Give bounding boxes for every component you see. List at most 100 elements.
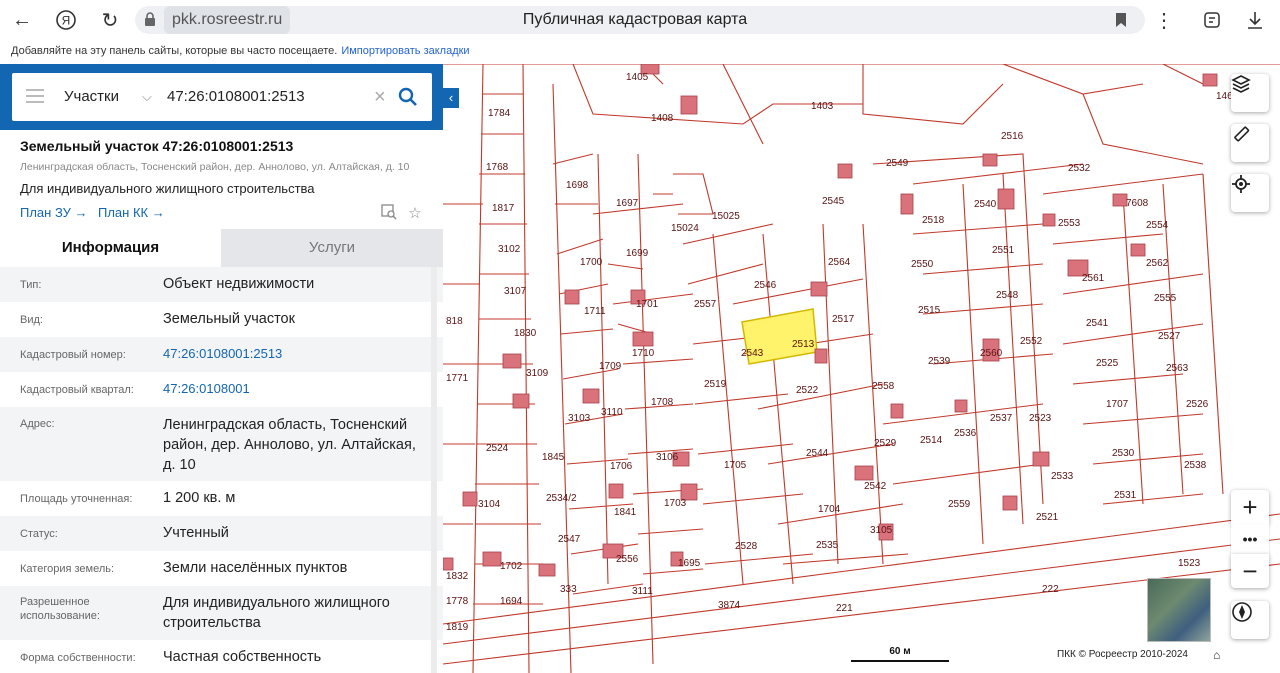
parcel-label[interactable]: 1841 <box>614 507 637 518</box>
parcel-label[interactable]: 1698 <box>566 180 589 191</box>
zoom-in-icon[interactable]: + <box>1231 490 1269 524</box>
bookmark-icon[interactable] <box>1107 6 1135 34</box>
parcel-label[interactable]: 3874 <box>718 600 741 611</box>
compass-icon[interactable] <box>1231 601 1269 639</box>
parcel-label[interactable]: 1703 <box>664 498 687 509</box>
parcel-label[interactable]: 2563 <box>1166 363 1189 374</box>
minimap-thumbnail[interactable] <box>1147 578 1211 642</box>
parcel-label[interactable]: 2552 <box>1020 336 1043 347</box>
more-icon[interactable]: ••• <box>1231 524 1269 554</box>
parcel-label[interactable]: 2548 <box>996 290 1019 301</box>
parcel-label[interactable]: 1710 <box>632 348 655 359</box>
parcel-label[interactable]: 2522 <box>796 385 819 396</box>
menu-dots-icon[interactable]: ⋮ <box>1150 6 1178 34</box>
parcel-label[interactable]: 3107 <box>504 286 527 297</box>
parcel-label[interactable]: 1817 <box>492 203 515 214</box>
parcel-label[interactable]: 2525 <box>1096 358 1119 369</box>
parcel-label[interactable]: 1523 <box>1178 558 1201 569</box>
parcel-label[interactable]: 2529 <box>874 438 897 449</box>
parcel-label[interactable]: 221 <box>836 603 853 614</box>
parcel-label[interactable]: 2534/2 <box>546 493 577 504</box>
reload-icon[interactable]: ↻ <box>96 6 124 34</box>
parcel-label[interactable]: 1845 <box>542 452 565 463</box>
parcel-label[interactable]: 1711 <box>584 306 606 317</box>
parcel-label[interactable]: 1784 <box>488 108 511 119</box>
parcel-label[interactable]: 1695 <box>678 558 701 569</box>
parcel-label[interactable]: 15025 <box>712 211 740 222</box>
profile-icon[interactable] <box>1198 6 1226 34</box>
parcel-label[interactable]: 2527 <box>1158 331 1181 342</box>
parcel-label[interactable]: 2521 <box>1036 512 1059 523</box>
star-icon[interactable]: ☆ <box>406 204 424 222</box>
parcel-label[interactable]: 1699 <box>626 248 649 259</box>
ruler-icon[interactable] <box>1231 124 1269 162</box>
parcel-label[interactable]: 1403 <box>811 101 834 112</box>
parcel-label[interactable]: 2533 <box>1051 471 1074 482</box>
home-icon[interactable]: ⌂ <box>1213 648 1220 662</box>
parcel-label[interactable]: 333 <box>560 584 577 595</box>
parcel-label[interactable]: 1768 <box>486 162 509 173</box>
attribute-value-link[interactable]: 47:26:0108001 <box>163 379 423 399</box>
locate-icon[interactable] <box>1231 174 1269 212</box>
parcel-label[interactable]: 3104 <box>478 499 501 510</box>
parcel-label[interactable]: 2536 <box>954 428 977 439</box>
find-on-map-icon[interactable] <box>380 204 398 222</box>
parcel-label[interactable]: 2558 <box>872 381 895 392</box>
parcel-label[interactable]: 1778 <box>446 596 469 607</box>
tab-services[interactable]: Услуги <box>221 229 443 267</box>
cadastral-map[interactable]: 1405140814031784251625321462014621176816… <box>443 64 1280 673</box>
parcel-label[interactable]: 7608 <box>1126 198 1149 209</box>
parcel-label[interactable]: 2537 <box>990 413 1013 424</box>
panel-scrollbar[interactable] <box>431 267 437 673</box>
attribute-value-link[interactable]: 47:26:0108001:2513 <box>163 344 423 364</box>
parcel-label[interactable]: 1706 <box>610 461 633 472</box>
parcel-label[interactable]: 2541 <box>1086 318 1109 329</box>
parcel-label[interactable]: 2562 <box>1146 258 1169 269</box>
parcel-label[interactable]: 3109 <box>526 368 549 379</box>
parcel-label[interactable]: 1771 <box>446 373 469 384</box>
parcel-label[interactable]: 2559 <box>948 499 971 510</box>
parcel-label[interactable]: 1700 <box>580 257 603 268</box>
parcel-label[interactable]: 2532 <box>1068 163 1091 174</box>
parcel-label[interactable]: 2535 <box>816 540 839 551</box>
parcel-label[interactable]: 2546 <box>754 280 777 291</box>
parcel-label[interactable]: 3103 <box>568 413 591 424</box>
download-icon[interactable] <box>1241 6 1269 34</box>
parcel-label[interactable]: 2555 <box>1154 293 1177 304</box>
parcel-label[interactable]: 818 <box>446 316 463 327</box>
parcel-label[interactable]: 1709 <box>599 361 622 372</box>
parcel-label[interactable]: 1830 <box>514 328 537 339</box>
parcel-label[interactable]: 2561 <box>1082 273 1105 284</box>
clear-icon[interactable]: × <box>374 73 386 121</box>
plan-zu-link[interactable]: План ЗУ → <box>20 205 88 220</box>
parcel-label[interactable]: 1702 <box>500 561 523 572</box>
layers-icon[interactable] <box>1231 74 1269 112</box>
search-icon[interactable] <box>398 87 418 107</box>
parcel-label[interactable]: 2564 <box>828 257 851 268</box>
parcel-label[interactable]: 2516 <box>1001 131 1024 142</box>
zoom-out-icon[interactable]: − <box>1231 554 1269 588</box>
parcel-label[interactable]: 2549 <box>886 158 909 169</box>
parcel-label[interactable]: 2542 <box>864 481 887 492</box>
parcel-label[interactable]: 2538 <box>1184 460 1207 471</box>
plan-kk-link[interactable]: План КК → <box>98 205 165 220</box>
import-bookmarks-link[interactable]: Импортировать закладки <box>341 45 469 57</box>
chevron-down-icon[interactable]: ⌵ <box>142 73 152 121</box>
menu-icon[interactable] <box>26 89 44 103</box>
parcel-label[interactable]: 2545 <box>822 196 845 207</box>
collapse-panel-icon[interactable]: ‹ <box>443 88 459 108</box>
parcel-label[interactable]: 1705 <box>724 460 747 471</box>
parcel-label[interactable]: 2550 <box>911 259 934 270</box>
parcel-label[interactable]: 1832 <box>446 571 469 582</box>
parcel-label[interactable]: 2540 <box>974 199 997 210</box>
parcel-label[interactable]: 2514 <box>920 435 943 446</box>
parcel-label[interactable]: 2524 <box>486 443 509 454</box>
parcel-label[interactable]: 2557 <box>694 299 717 310</box>
parcel-label[interactable]: 2513 <box>792 339 815 350</box>
url-host[interactable]: pkk.rosreestr.ru <box>164 6 291 34</box>
parcel-label[interactable]: 1707 <box>1106 399 1129 410</box>
parcel-label[interactable]: 222 <box>1042 584 1059 595</box>
parcel-label[interactable]: 2551 <box>992 245 1015 256</box>
parcel-label[interactable]: 2539 <box>928 356 951 367</box>
parcel-label[interactable]: 3105 <box>870 525 893 536</box>
